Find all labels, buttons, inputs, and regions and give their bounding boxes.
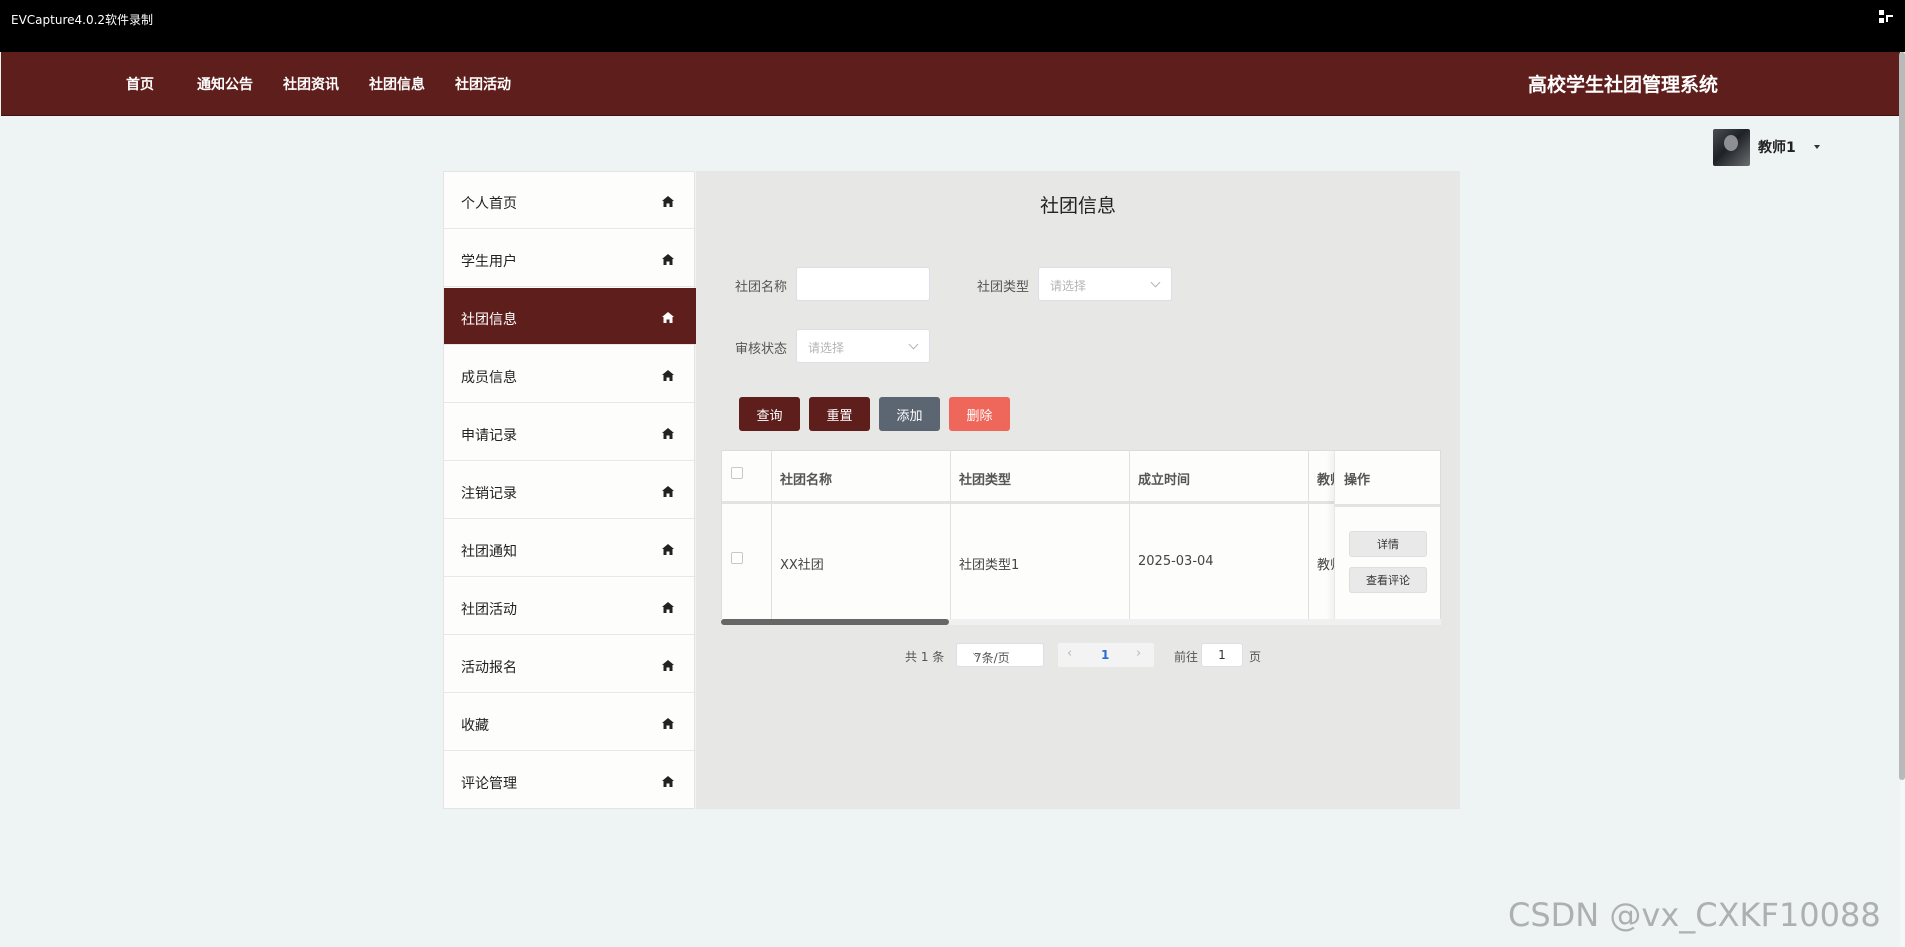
chevron-right-icon[interactable]: ›: [1136, 646, 1141, 661]
detail-button[interactable]: 详情: [1349, 531, 1427, 557]
cell-club-type: 社团类型1: [959, 558, 1020, 573]
table-horizontal-scrollbar[interactable]: [721, 619, 1441, 625]
recorder-title: EVCapture4.0.2软件录制: [11, 13, 154, 27]
home-icon: [662, 428, 674, 439]
sidebar-item-member-info[interactable]: 成员信息: [444, 346, 696, 403]
sidebar-item-label: 社团信息: [461, 312, 517, 328]
fullscreen-exit-icon[interactable]: [1879, 10, 1893, 24]
home-icon: [662, 660, 674, 671]
home-icon: [662, 544, 674, 555]
avatar[interactable]: [1713, 129, 1750, 166]
home-icon: [662, 254, 674, 265]
top-navigation: 首页 通知公告 社团资讯 社团信息 社团活动 高校学生社团管理系统: [1, 52, 1900, 116]
page-unit-label: 页: [1249, 650, 1262, 664]
recorder-bar: EVCapture4.0.2软件录制: [0, 0, 1905, 52]
nav-home[interactable]: 首页: [126, 74, 154, 94]
column-header-actions: 操作: [1344, 473, 1371, 488]
sidebar-item-student-users[interactable]: 学生用户: [444, 230, 696, 287]
page-size-select[interactable]: 7条/页: [956, 643, 1044, 667]
select-all-checkbox[interactable]: [731, 467, 743, 479]
view-comments-button[interactable]: 查看评论: [1349, 567, 1427, 593]
home-icon: [662, 370, 674, 381]
sidebar-item-label: 收藏: [461, 718, 489, 734]
chevron-down-icon[interactable]: [1814, 145, 1820, 149]
sidebar-item-club-notices[interactable]: 社团通知: [444, 520, 696, 577]
sidebar-item-label: 社团通知: [461, 544, 517, 560]
nav-notices[interactable]: 通知公告: [197, 74, 253, 94]
page-number[interactable]: 1: [1101, 648, 1109, 662]
cell-founded-date: 2025-03-04: [1138, 554, 1214, 569]
row-checkbox[interactable]: [731, 552, 743, 564]
home-icon: [662, 486, 674, 497]
delete-button[interactable]: 删除: [949, 397, 1010, 431]
sidebar-item-activity-signup[interactable]: 活动报名: [444, 636, 696, 693]
chevron-down-icon: [908, 339, 919, 350]
pager-nav: ‹ 1 ›: [1058, 643, 1154, 667]
chevron-down-icon: [1150, 277, 1161, 288]
sidebar-item-favorites[interactable]: 收藏: [444, 694, 696, 751]
review-status-label: 审核状态: [735, 342, 788, 357]
sidebar-item-label: 注销记录: [461, 486, 517, 502]
goto-page-input[interactable]: [1201, 643, 1243, 667]
sidebar-item-label: 活动报名: [461, 660, 517, 676]
column-header-club-type[interactable]: 社团类型: [959, 469, 1011, 488]
page-size-value: 7条/页: [974, 651, 1010, 665]
sidebar: 个人首页 学生用户 社团信息 成员信息 申请记录 注销记录 社团通知 社团活动 …: [443, 171, 696, 809]
username[interactable]: 教师1: [1758, 137, 1796, 157]
sidebar-item-label: 申请记录: [461, 428, 517, 444]
reset-button[interactable]: 重置: [809, 397, 870, 431]
home-icon: [662, 718, 674, 729]
club-table: 社团名称 社团类型 成立时间 教师 XX社团 社团类型1 2025-03-04 …: [721, 450, 1441, 623]
review-status-placeholder: 请选择: [808, 341, 845, 355]
sidebar-item-club-info[interactable]: 社团信息: [444, 288, 696, 345]
goto-label: 前往: [1174, 650, 1199, 664]
scrollbar-thumb[interactable]: [721, 619, 949, 625]
club-type-label: 社团类型: [977, 280, 1030, 295]
sidebar-item-label: 评论管理: [461, 776, 517, 792]
chevron-left-icon[interactable]: ‹: [1067, 646, 1072, 661]
query-button[interactable]: 查询: [739, 397, 800, 431]
review-status-select[interactable]: 请选择: [796, 329, 930, 363]
sidebar-item-personal-home[interactable]: 个人首页: [444, 172, 696, 229]
sidebar-item-cancel-records[interactable]: 注销记录: [444, 462, 696, 519]
main-panel: 社团信息 社团名称 社团类型 请选择 审核状态 请选择 查询 重置 添加 删除 …: [696, 171, 1460, 809]
home-icon: [662, 312, 674, 323]
home-icon: [662, 776, 674, 787]
nav-club-activities[interactable]: 社团活动: [455, 74, 511, 94]
club-name-input[interactable]: [796, 267, 930, 301]
sidebar-item-label: 学生用户: [461, 254, 517, 270]
club-name-label: 社团名称: [735, 280, 788, 295]
home-icon: [662, 196, 674, 207]
cell-club-name: XX社团: [780, 558, 824, 573]
column-header-club-name[interactable]: 社团名称: [780, 469, 832, 488]
club-type-placeholder: 请选择: [1050, 279, 1087, 293]
club-type-select[interactable]: 请选择: [1038, 267, 1172, 301]
watermark: CSDN @vx_CXKF10088: [1508, 896, 1881, 934]
nav-club-info[interactable]: 社团信息: [369, 74, 425, 94]
sidebar-item-label: 个人首页: [461, 196, 517, 212]
sidebar-item-label: 成员信息: [461, 370, 517, 386]
sidebar-item-application-records[interactable]: 申请记录: [444, 404, 696, 461]
nav-club-news[interactable]: 社团资讯: [283, 74, 339, 94]
page-title: 社团信息: [1039, 195, 1116, 217]
actions-column: 操作 详情 查看评论: [1334, 451, 1440, 622]
column-header-founded-date[interactable]: 成立时间: [1138, 469, 1190, 488]
system-title: 高校学生社团管理系统: [1527, 74, 1718, 96]
add-button[interactable]: 添加: [879, 397, 940, 431]
home-icon: [662, 602, 674, 613]
sidebar-item-label: 社团活动: [461, 602, 517, 618]
sidebar-item-comment-management[interactable]: 评论管理: [444, 752, 696, 809]
pager-total: 共 1 条: [905, 650, 945, 664]
sidebar-item-club-activities[interactable]: 社团活动: [444, 578, 696, 635]
page-vertical-scrollbar[interactable]: [1899, 52, 1905, 780]
